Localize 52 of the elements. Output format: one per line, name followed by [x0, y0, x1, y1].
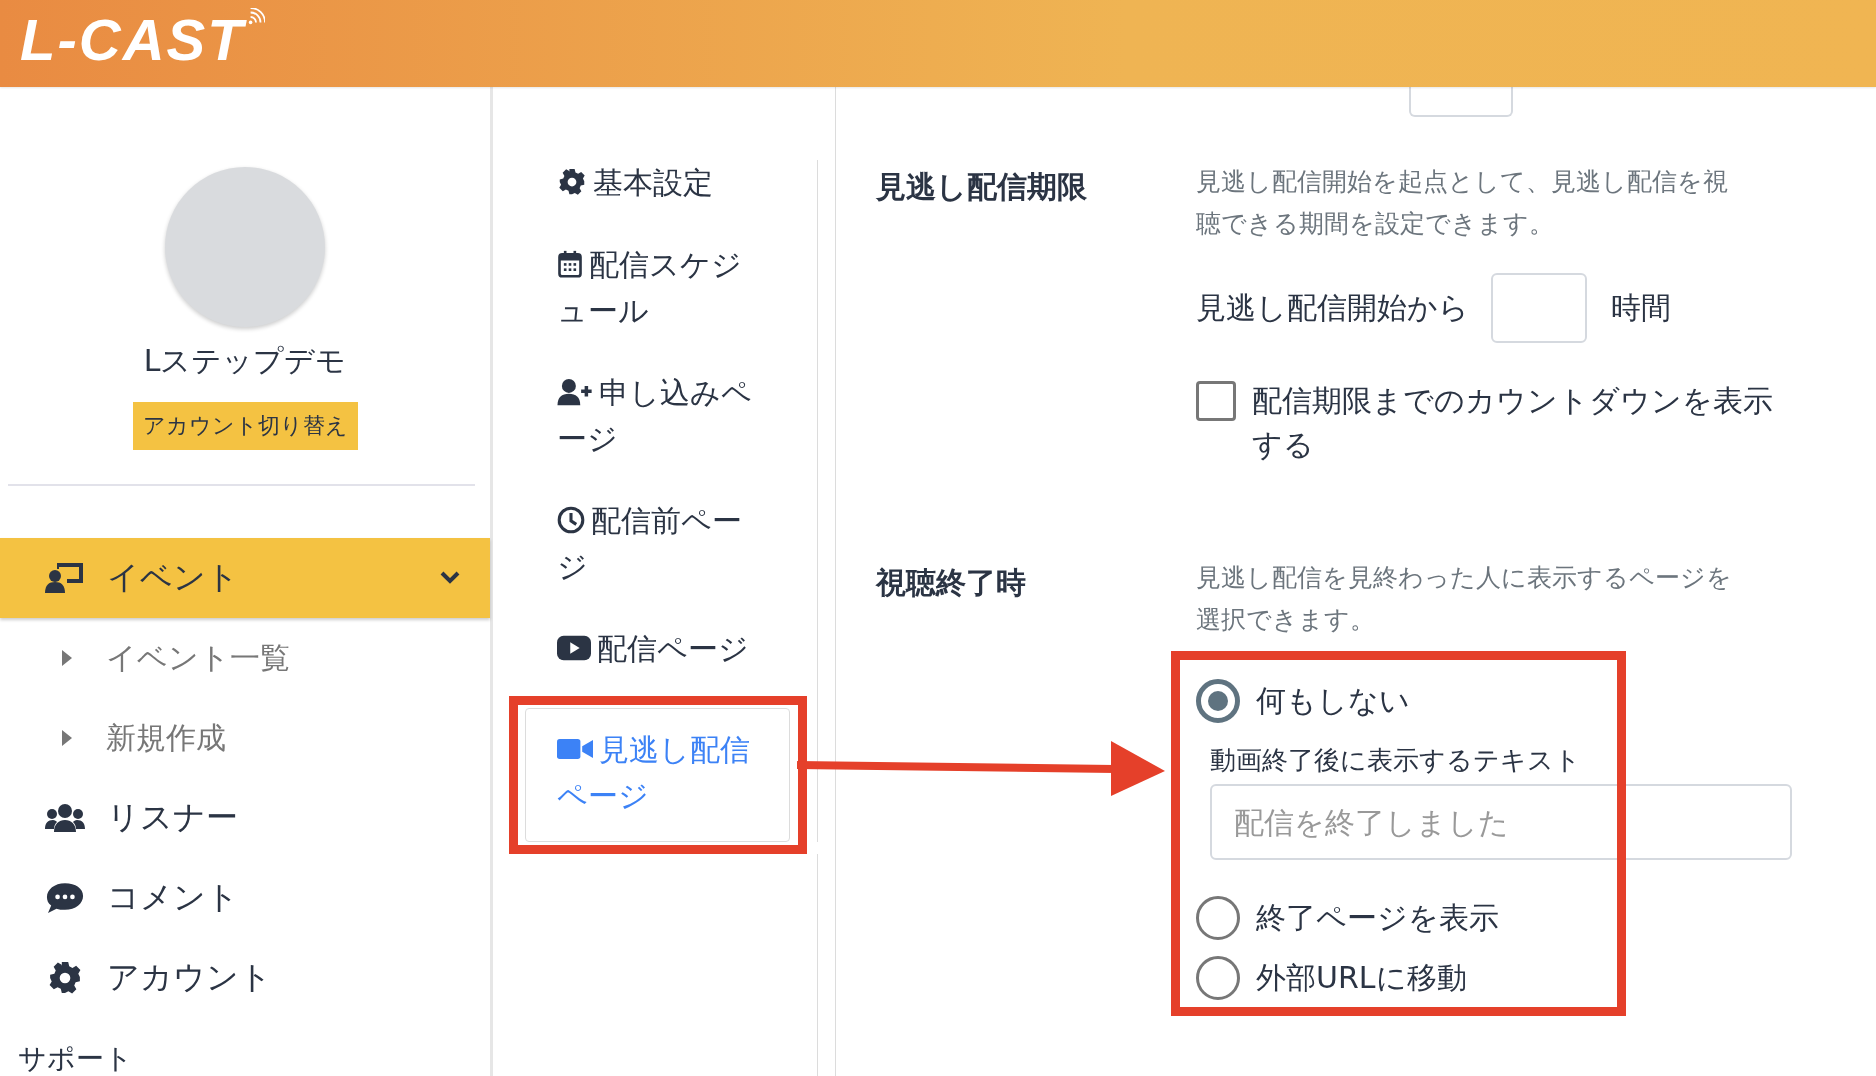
menu-label: イベント — [107, 557, 240, 598]
event-icon — [45, 561, 85, 595]
settings-nav-item[interactable]: 配信スケジュール — [493, 242, 811, 370]
signal-icon — [246, 8, 265, 26]
section-label: 見逃し配信期限 — [875, 168, 1088, 206]
user-name: Lステップデモ — [143, 342, 347, 380]
checkbox-label: 配信期限までのカウントダウンを表示する — [1252, 382, 1774, 464]
chat-icon — [45, 881, 85, 915]
menu-label: コメント — [107, 877, 240, 918]
settings-nav-item[interactable]: 申し込みページ — [493, 370, 811, 498]
chevron-icon — [440, 571, 460, 585]
hours-input[interactable] — [1491, 273, 1587, 343]
radio-button[interactable] — [1196, 679, 1240, 723]
field-label: 見逃し配信開始から — [1196, 288, 1469, 327]
submenu-label: 新規作成 — [106, 718, 226, 757]
account-switch-button[interactable]: アカウント切り替え — [132, 402, 358, 450]
logo-text: L-CAST — [20, 6, 245, 74]
clock-icon — [557, 506, 585, 534]
radio-button[interactable] — [1196, 896, 1240, 940]
menu-item[interactable]: アカウント — [0, 938, 490, 1018]
submenu-item[interactable]: イベント一覧 — [0, 618, 490, 698]
submenu-label: イベント一覧 — [106, 638, 290, 677]
input-field[interactable] — [1409, 87, 1513, 117]
settings-icon — [557, 168, 587, 196]
calendar-icon — [557, 250, 583, 278]
users-icon — [45, 801, 85, 835]
settings-nav-item[interactable]: 配信ページ — [493, 626, 811, 708]
unit-label: 時間 — [1611, 288, 1671, 327]
menu-label: アカウント — [107, 957, 273, 998]
checkbox[interactable] — [1196, 381, 1236, 421]
section-heading: サポート — [17, 1041, 134, 1076]
settings-nav-item[interactable]: 見逃し配信ページ — [525, 708, 790, 842]
menu-item[interactable]: リスナー — [0, 778, 490, 858]
radio-label: 何もしない — [1256, 681, 1410, 720]
section-label: 視聴終了時 — [874, 564, 1027, 602]
settings-nav-item[interactable]: 基本設定 — [493, 160, 811, 242]
menu-item[interactable]: イベント — [0, 538, 490, 618]
caret-icon — [62, 650, 72, 666]
radio-label: 外部URLに移動 — [1256, 958, 1467, 997]
settings-nav-item[interactable]: 配信前ページ — [493, 498, 811, 626]
play-button-icon — [557, 634, 591, 662]
help-text: 見逃し配信を見終わった人に表示するページを選択できます。 — [1196, 562, 1733, 636]
menu-item[interactable]: コメント — [0, 858, 490, 938]
menu-label: リスナー — [107, 797, 239, 838]
text-input[interactable]: 配信を終了しました — [1210, 784, 1792, 860]
submenu-item[interactable]: 新規作成 — [0, 698, 490, 778]
radio-label: 終了ページを表示 — [1256, 898, 1499, 937]
help-text: 見逃し配信開始を起点として、見逃し配信を視聴できる期間を設定できます。 — [1196, 166, 1729, 240]
field-label: 動画終了後に表示するテキスト — [1210, 744, 1582, 777]
radio-button[interactable] — [1196, 956, 1240, 1000]
caret-icon — [62, 730, 72, 746]
user-plus-icon — [557, 378, 593, 406]
